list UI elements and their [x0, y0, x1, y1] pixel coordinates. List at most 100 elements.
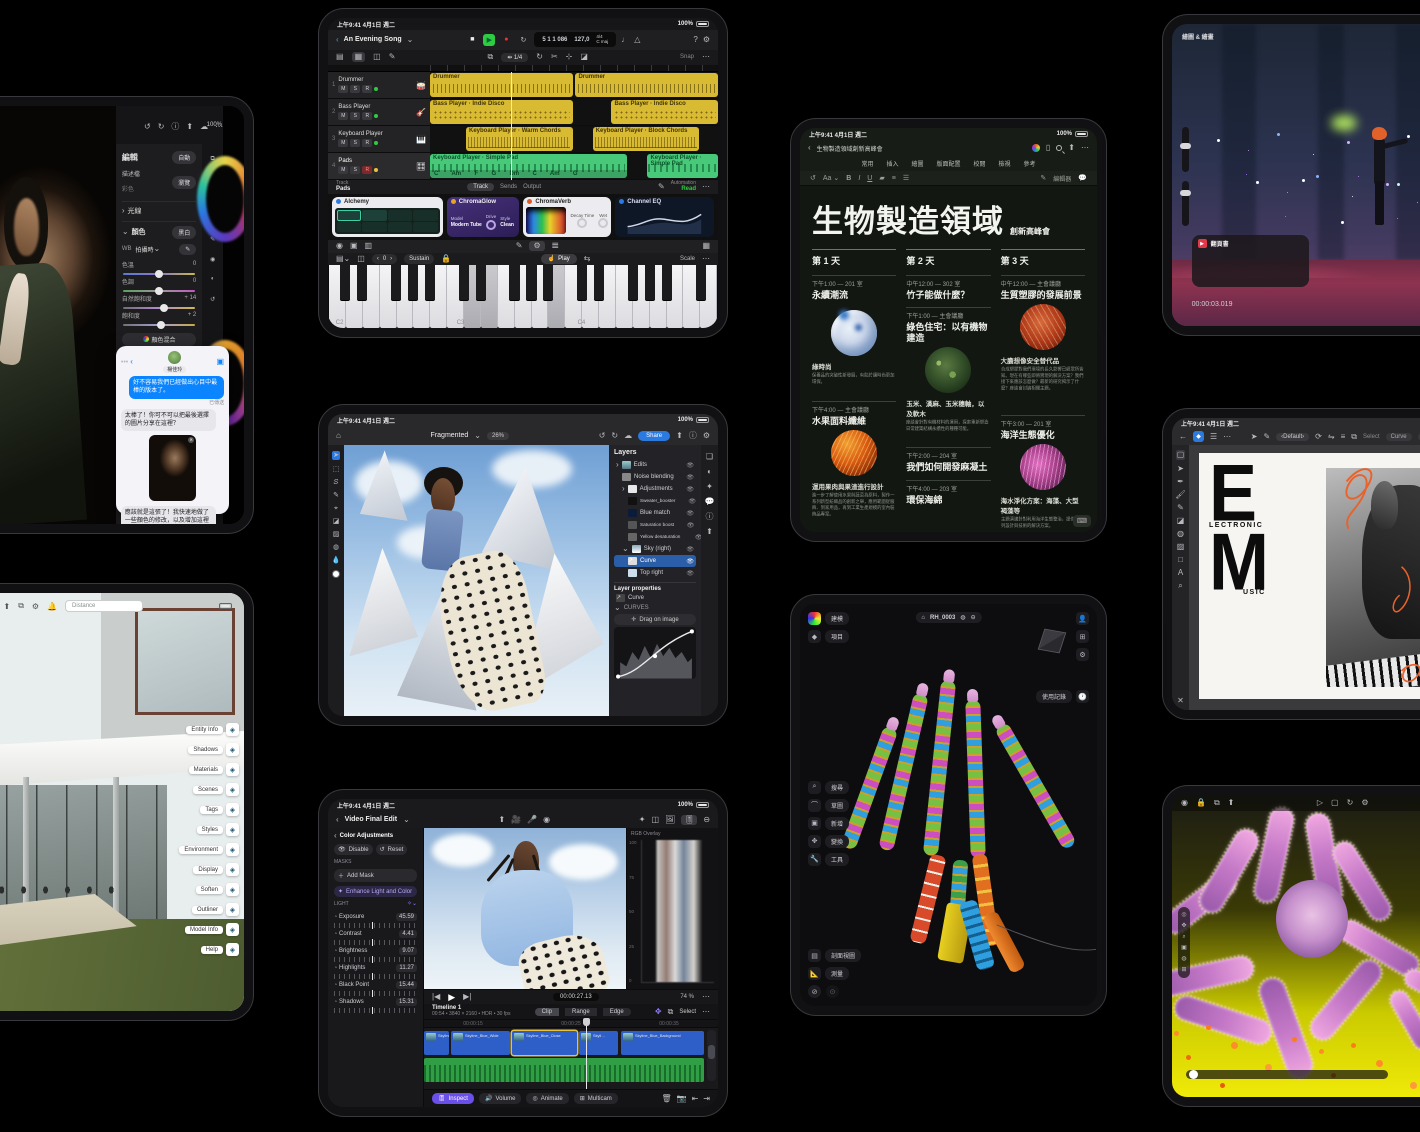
- grid-icon[interactable]: ⊞: [1181, 967, 1186, 973]
- visibility-icon[interactable]: 👁: [686, 486, 694, 493]
- more-icon[interactable]: ⋯: [215, 123, 223, 131]
- lock-icon[interactable]: 🔒: [1196, 799, 1206, 807]
- eyedropper-tool-icon[interactable]: 💧: [332, 557, 341, 564]
- playhead[interactable]: [586, 1020, 587, 1089]
- layer-row[interactable]: ›Edits👁: [614, 459, 696, 471]
- track-row-bass[interactable]: 2 Bass Player M S R 🎸 Bass Player · Indi…: [328, 99, 718, 126]
- mute-button[interactable]: M: [338, 85, 348, 93]
- list-icon[interactable]: ☰: [903, 174, 909, 182]
- light-section[interactable]: 光線: [128, 206, 142, 216]
- measure-button[interactable]: 測量: [825, 967, 849, 980]
- select-tool-icon[interactable]: ➤: [1177, 465, 1184, 473]
- automation-value[interactable]: Read: [671, 186, 696, 193]
- home-icon[interactable]: ⌂: [921, 615, 925, 621]
- panel-label-model-info[interactable]: Model Info: [185, 926, 223, 934]
- faders-icon[interactable]: 𝌆: [552, 242, 559, 250]
- editor-label[interactable]: 編輯器: [1053, 174, 1071, 183]
- clip[interactable]: Skyline_Blue_Background: [621, 1031, 704, 1055]
- preset-pad[interactable]: [388, 222, 412, 232]
- copilot-icon[interactable]: [1032, 144, 1040, 152]
- track-row-keys[interactable]: 3 Keyboard Player M S R 🎹 Keyboard Playe…: [328, 126, 718, 153]
- ribbon-tab[interactable]: 常用: [856, 158, 878, 169]
- redo-icon[interactable]: ↻: [611, 432, 618, 440]
- sync-icon[interactable]: ◍: [960, 614, 965, 621]
- record-enable-button[interactable]: R: [362, 166, 372, 174]
- share-button[interactable]: Share: [638, 431, 670, 441]
- tool-label[interactable]: 草圖: [825, 799, 849, 812]
- info-icon[interactable]: ⓘ: [706, 513, 714, 521]
- layer-row[interactable]: Yellow desaturation👁: [614, 531, 696, 543]
- search-icon[interactable]: ⌕: [808, 781, 821, 794]
- gradient-tool-icon[interactable]: ▨: [333, 531, 340, 538]
- curve-button[interactable]: Curve: [1386, 433, 1412, 441]
- preset-pad[interactable]: [337, 222, 361, 232]
- shape-tool-icon[interactable]: □: [1178, 556, 1183, 564]
- count-in-icon[interactable]: ♩: [621, 36, 629, 44]
- isolate-icon[interactable]: ⊘: [808, 985, 821, 998]
- slider-value[interactable]: 4.41: [399, 930, 417, 938]
- keyboard-panel-icon[interactable]: ▦: [702, 242, 710, 250]
- wet-knob[interactable]: [598, 218, 608, 228]
- tab-sends[interactable]: Sends: [500, 184, 517, 190]
- record-enable-button[interactable]: R: [362, 139, 372, 147]
- region[interactable]: Keyboard Player · Simple Pad: [647, 154, 718, 178]
- tab-track[interactable]: Track: [467, 183, 494, 191]
- piano-black-key[interactable]: [425, 265, 435, 300]
- settings-icon[interactable]: ⚙: [32, 602, 39, 611]
- eraser-tool-icon[interactable]: ◪: [1177, 517, 1185, 525]
- record-button[interactable]: ●: [500, 34, 512, 46]
- instrument-icon[interactable]: ▣: [350, 242, 358, 250]
- timeline-ruler[interactable]: 00:00:1500:00:2500:00:35: [424, 1020, 718, 1028]
- highlight-icon[interactable]: ▰: [879, 174, 884, 182]
- project-button[interactable]: 項目: [825, 630, 849, 643]
- visibility-icon[interactable]: 👁: [686, 558, 694, 565]
- mobile-view-icon[interactable]: ▯: [1046, 144, 1050, 152]
- piano-black-key[interactable]: [543, 265, 553, 300]
- loop-icon[interactable]: ↻: [1347, 799, 1354, 807]
- zoom-level[interactable]: 26%: [487, 432, 509, 440]
- visibility-icon[interactable]: 👁: [686, 510, 694, 517]
- drive-knob[interactable]: [486, 220, 496, 230]
- eraser-tool-icon[interactable]: ◪: [333, 518, 340, 525]
- back-icon[interactable]: ‹: [334, 832, 337, 840]
- export-icon[interactable]: ⬆: [3, 602, 10, 611]
- scale-button[interactable]: Scale: [680, 256, 695, 262]
- video-preview[interactable]: [424, 828, 626, 989]
- minimize-icon[interactable]: ⊖: [703, 816, 710, 824]
- more-icon[interactable]: ⋯: [702, 255, 710, 263]
- cycle-button[interactable]: ↻: [517, 34, 529, 46]
- enhance-button[interactable]: ✦ Enhance Light and Color: [334, 886, 417, 897]
- timeline[interactable]: 00:00:1500:00:2500:00:35 Skyline_B… Skyl…: [424, 1019, 718, 1089]
- panel-button-icon[interactable]: ◈: [226, 723, 239, 736]
- project-title[interactable]: Video Final Edit: [345, 816, 397, 823]
- brush-tool-icon[interactable]: ✎: [333, 492, 339, 499]
- bold-icon[interactable]: B: [846, 175, 851, 182]
- ribbon-tab[interactable]: 繪圖: [906, 158, 928, 169]
- undo-icon[interactable]: ↺: [599, 432, 606, 440]
- video-call-icon[interactable]: ▣: [217, 358, 225, 366]
- record-midi-icon[interactable]: ◉: [336, 242, 343, 250]
- text-tool-icon[interactable]: A: [1178, 569, 1183, 577]
- slider-track[interactable]: [334, 940, 417, 945]
- slider-track[interactable]: [334, 957, 417, 962]
- render-progress-slider[interactable]: [1186, 1070, 1388, 1079]
- skip-forward-icon[interactable]: ▶|: [463, 993, 471, 1001]
- panel-button-icon[interactable]: ◈: [226, 863, 239, 876]
- lasso-tool-icon[interactable]: 𝑆: [334, 479, 339, 486]
- plugin-alchemy[interactable]: Alchemy: [332, 197, 443, 237]
- node-tool-icon[interactable]: ✎: [1263, 433, 1270, 441]
- piano-black-key[interactable]: [526, 265, 536, 300]
- material-icon[interactable]: ◍: [1181, 956, 1186, 962]
- effects-icon[interactable]: ✦: [639, 816, 646, 824]
- document-page[interactable]: 生物製造領域 創新高峰會 第 1 天 下午1:00 — 201 室 永續潮流 綠…: [800, 186, 1097, 532]
- panel-button-icon[interactable]: ◈: [226, 903, 239, 916]
- panel-button-icon[interactable]: ◈: [226, 943, 239, 956]
- frame-icon[interactable]: ▢: [1331, 799, 1339, 807]
- info-icon[interactable]: ⓘ: [689, 432, 697, 440]
- split-icon[interactable]: ✂: [551, 53, 558, 61]
- layer-row[interactable]: Sweater_booster👁: [614, 495, 696, 507]
- visibility-icon[interactable]: 👁: [686, 474, 694, 481]
- lock-icon[interactable]: 🔒: [441, 255, 451, 263]
- layer-row[interactable]: Noise blending👁: [614, 471, 696, 483]
- connect-icon[interactable]: ✥: [655, 1008, 662, 1016]
